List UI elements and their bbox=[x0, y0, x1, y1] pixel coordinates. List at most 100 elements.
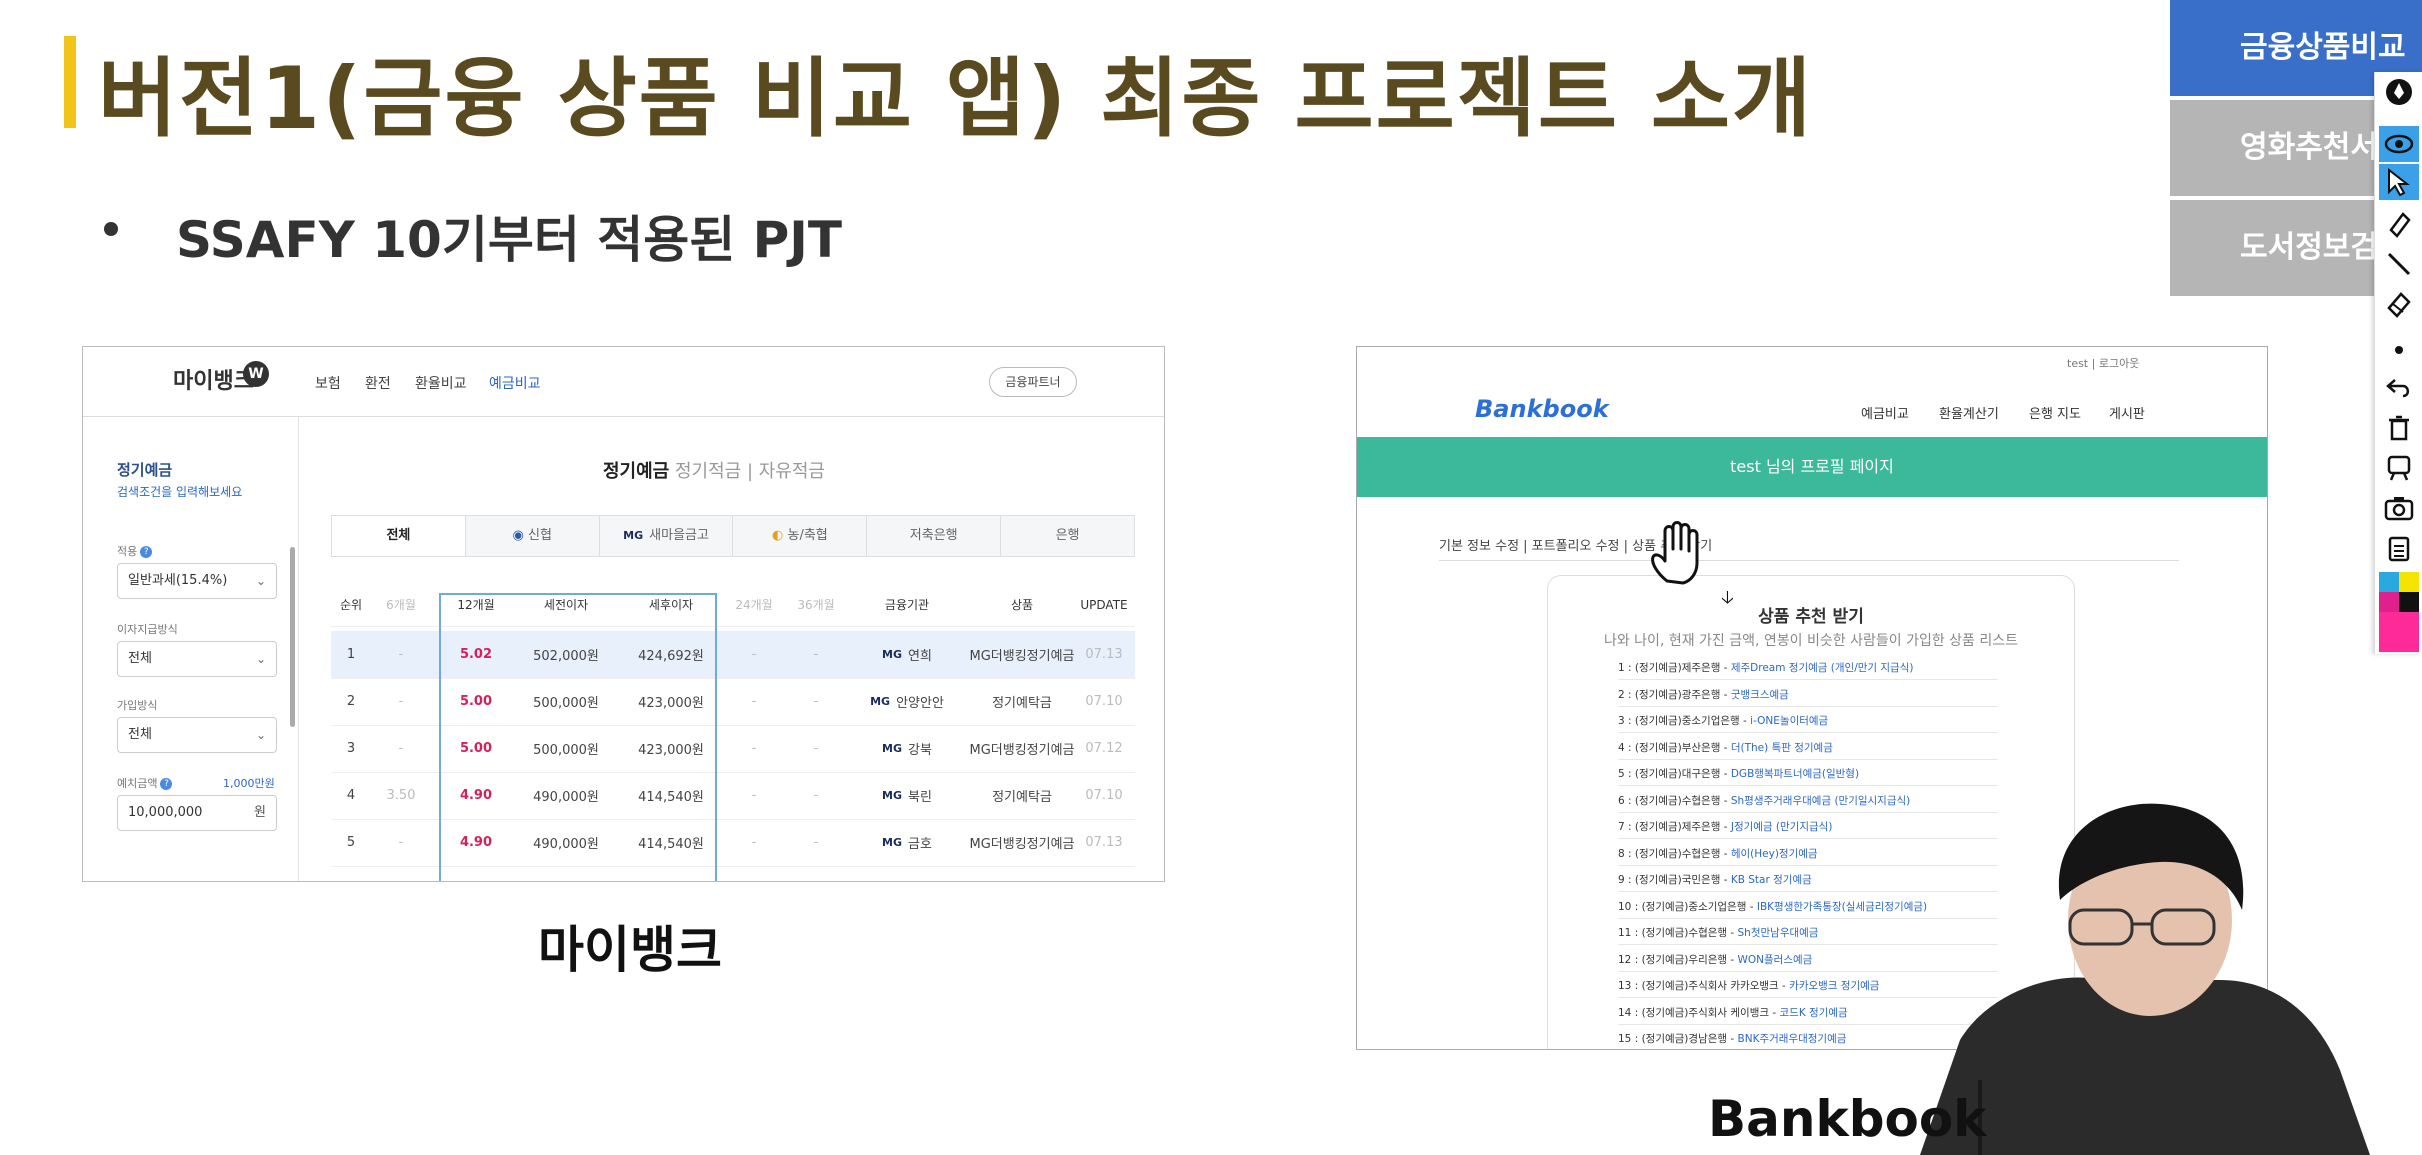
table-header-cell[interactable]: 24개월 bbox=[723, 583, 785, 626]
recommend-subtitle: 나와 나이, 현재 가진 금액, 연봉이 비슷한 사람들이 가입한 상품 리스트 bbox=[1603, 633, 2019, 649]
table-header-cell[interactable]: 세전이자 bbox=[511, 583, 621, 626]
table-header-cell[interactable]: UPDATE bbox=[1071, 583, 1137, 626]
table-header-cell[interactable]: 금융기관 bbox=[847, 583, 967, 626]
eraser-icon[interactable] bbox=[2379, 286, 2419, 322]
trash-icon[interactable] bbox=[2379, 410, 2419, 446]
presentation-slide: { "slide": { "title": "버전1(금융 상품 비교 앱) 최… bbox=[0, 0, 2422, 1155]
mybank-screenshot: 마이뱅크 W 보험 환전 환율비교 예금비교 금융파트너 정기예금 검색조건을 … bbox=[82, 346, 1165, 882]
mg-logo-icon: MG bbox=[882, 789, 903, 802]
dot-icon[interactable] bbox=[2379, 332, 2419, 368]
table-header-cell[interactable]: 6개월 bbox=[371, 583, 431, 626]
tab-bank[interactable]: 은행 bbox=[1001, 516, 1134, 556]
slide-title: 버전1(금융 상품 비교 앱) 최종 프로젝트 소개 bbox=[98, 49, 1814, 149]
table-row[interactable]: 3 - 5.00 500,000원 423,000원 - - MG 강북 MG더뱅킹정기예금 07.… bbox=[331, 725, 1135, 773]
mybank-nav-rate-compare[interactable]: 환율비교 bbox=[415, 373, 467, 393]
line-tool-icon[interactable] bbox=[2379, 246, 2419, 282]
table-cell-prod: MG더뱅킹정기예금 bbox=[969, 837, 1075, 852]
table-header-cell[interactable]: 36개월 bbox=[785, 583, 847, 626]
info-icon[interactable]: ? bbox=[140, 546, 153, 558]
table-header-cell[interactable]: 세후이자 bbox=[621, 583, 721, 626]
item-product-link[interactable]: 제주Dream 정기예금 (개인/만기 지급식) bbox=[1731, 662, 1914, 674]
item-product-link[interactable]: BNK주거래우대정기예금 bbox=[1738, 1033, 1847, 1045]
table-cell-pre: 500,000원 bbox=[533, 696, 599, 711]
table-cell-m6: - bbox=[398, 647, 404, 662]
interest-select[interactable]: 전체 ⌄ bbox=[117, 641, 277, 677]
bb-nav-bank-map[interactable]: 은행 지도 bbox=[2029, 403, 2081, 422]
table-row[interactable]: 4 3.50 4.90 490,000원 414,540원 - - MG 북린 정기예탁금 07.1… bbox=[331, 772, 1135, 820]
caption-mybank: 마이뱅크 bbox=[538, 921, 722, 979]
item-product-link[interactable]: KB Star 정기예금 bbox=[1731, 874, 1812, 886]
eye-icon[interactable] bbox=[2379, 126, 2419, 162]
table-header-cell[interactable]: 상품 bbox=[967, 583, 1077, 626]
item-product-link[interactable]: IBK평생한가족통장(실세금리정기예금) bbox=[1757, 901, 1927, 913]
tab-nonghyup[interactable]: ◐ 농/축협 bbox=[733, 516, 868, 556]
info-icon[interactable]: ? bbox=[160, 778, 173, 790]
item-product-link[interactable]: Sh평생주거래우대예금 (만기일시지급식) bbox=[1731, 795, 1910, 807]
amount-input[interactable]: 10,000,000 원 bbox=[117, 795, 277, 831]
bb-nav-deposit[interactable]: 예금비교 bbox=[1861, 403, 1909, 422]
table-cell-m6: 3.50 bbox=[386, 788, 416, 803]
tab-all[interactable]: 전체 bbox=[332, 516, 466, 556]
item-product-link[interactable]: i-ONE놀이터예금 bbox=[1750, 715, 1828, 727]
color-swatch-pink[interactable] bbox=[2379, 612, 2419, 652]
item-product-link[interactable]: 카카오뱅크 정기예금 bbox=[1789, 980, 1879, 992]
clipboard-icon[interactable] bbox=[2379, 530, 2419, 566]
product-type-tabs[interactable]: 정기예금 정기적금 | 자유적금 bbox=[603, 457, 825, 483]
table-cell-m24: - bbox=[751, 694, 757, 709]
finance-partner-button[interactable]: 금융파트너 bbox=[989, 367, 1077, 397]
table-cell-m12: 4.90 bbox=[459, 788, 493, 803]
table-cell-post: 424,692원 bbox=[638, 649, 704, 664]
item-product-link[interactable]: 더(The) 특판 정기예금 bbox=[1731, 742, 1833, 754]
presenter-webcam bbox=[1920, 803, 2370, 1155]
item-product-link[interactable]: J정기예금 (만기지급식) bbox=[1731, 821, 1833, 833]
pointer-icon[interactable] bbox=[2379, 164, 2419, 200]
item-product-link[interactable]: 코드K 정기예금 bbox=[1780, 1007, 1848, 1019]
table-header-cell[interactable]: 순위 bbox=[331, 583, 371, 626]
tab-mg[interactable]: MG 새마을금고 bbox=[600, 516, 734, 556]
item-product-link[interactable]: Sh첫만남우대예금 bbox=[1738, 927, 1819, 939]
table-header-cell[interactable]: 12개월 bbox=[441, 583, 511, 626]
profile-subnav[interactable]: 기본 정보 수정 | 포트폴리오 수정 | 상품 추천 받기 bbox=[1439, 535, 2179, 561]
marker-tool-icon[interactable] bbox=[2379, 74, 2419, 110]
bankbook-user-links[interactable]: test | 로그아웃 bbox=[2067, 355, 2139, 371]
tax-select[interactable]: 일반과세(15.4%) ⌄ bbox=[117, 563, 277, 599]
table-cell-upd: 07.10 bbox=[1085, 694, 1123, 709]
color-swatch-yellow[interactable] bbox=[2399, 572, 2419, 592]
mybank-nav-exchange[interactable]: 환전 bbox=[365, 373, 391, 393]
item-bank: 8 : (정기예금)수협은행 - bbox=[1618, 847, 1731, 860]
item-product-link[interactable]: 굿뱅크스예금 bbox=[1731, 689, 1789, 701]
bb-nav-exchange[interactable]: 환율계산기 bbox=[1939, 403, 1999, 422]
tax-label: 적용? bbox=[117, 543, 153, 559]
table-row[interactable]: 1 - 5.02 502,000원 424,692원 - - MG 연희 MG더뱅킹정기예금 07.… bbox=[331, 631, 1135, 679]
item-product-link[interactable]: WON플러스예금 bbox=[1738, 954, 1813, 966]
table-cell-m12: 5.02 bbox=[459, 647, 493, 662]
tab-other-products[interactable]: 정기적금 | 자유적금 bbox=[675, 461, 825, 482]
tab-mg-label: 새마을금고 bbox=[649, 528, 709, 543]
tab-savings-bank[interactable]: 저축은행 bbox=[867, 516, 1002, 556]
mybank-nav-deposit-compare[interactable]: 예금비교 bbox=[489, 373, 541, 393]
tab-shinhyup[interactable]: ◉ 신협 bbox=[466, 516, 600, 556]
join-select[interactable]: 전체 ⌄ bbox=[117, 717, 277, 753]
table-row[interactable]: 5 - 4.90 490,000원 414,540원 - - MG 금호 MG더뱅킹정기예금 07.… bbox=[331, 819, 1135, 867]
item-product-link[interactable]: DGB행복파트너예금(일반형) bbox=[1731, 768, 1859, 780]
tab-term-deposit[interactable]: 정기예금 bbox=[603, 461, 669, 482]
color-swatch-black[interactable] bbox=[2399, 592, 2419, 612]
camera-icon[interactable] bbox=[2379, 490, 2419, 526]
color-swatch-blue[interactable] bbox=[2379, 572, 2399, 592]
amount-input-value: 10,000,000 bbox=[128, 805, 203, 820]
table-cell-upd: 07.13 bbox=[1085, 835, 1123, 850]
table-cell-pre: 490,000원 bbox=[533, 837, 599, 852]
highlighter-icon[interactable] bbox=[2379, 206, 2419, 242]
sidebar-scrollbar[interactable] bbox=[290, 547, 295, 727]
bb-nav-board[interactable]: 게시판 bbox=[2109, 403, 2145, 422]
whiteboard-icon[interactable] bbox=[2379, 450, 2419, 486]
item-bank: 5 : (정기예금)대구은행 - bbox=[1618, 768, 1731, 780]
undo-icon[interactable] bbox=[2379, 370, 2419, 406]
interest-select-value: 전체 bbox=[128, 651, 152, 666]
table-row[interactable]: 2 - 5.00 500,000원 423,000원 - - MG 안양안안 정기예탁금 07.10 bbox=[331, 678, 1135, 726]
amount-label-text: 예치금액 bbox=[117, 777, 158, 790]
bankbook-logo[interactable]: Bankbook bbox=[1475, 395, 1609, 423]
color-swatch-magenta[interactable] bbox=[2379, 592, 2399, 612]
item-product-link[interactable]: 헤이(Hey)정기예금 bbox=[1731, 848, 1818, 860]
mybank-nav-insurance[interactable]: 보험 bbox=[315, 373, 341, 393]
